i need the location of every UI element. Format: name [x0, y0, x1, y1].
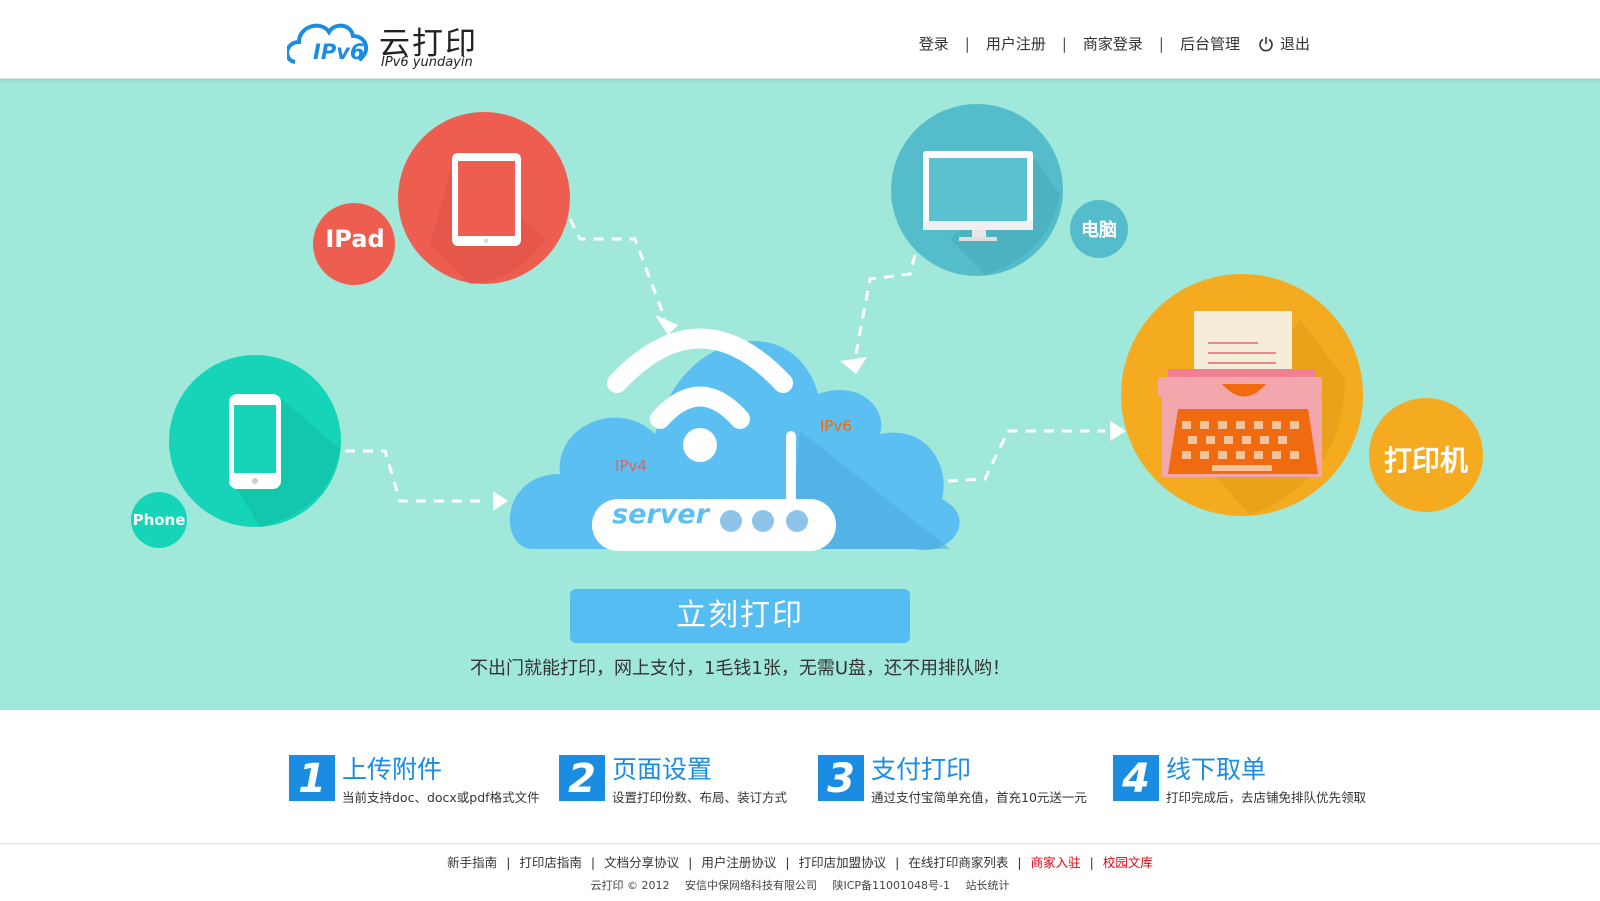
arrow-phone-to-cloud	[345, 449, 485, 503]
computer-label: 电脑	[1081, 220, 1117, 241]
top-nav: 登录 | 用户注册 | 商家登录 | 后台管理 退出	[919, 33, 1310, 54]
logout-button[interactable]: 退出	[1258, 33, 1310, 54]
step-number: 4	[1113, 755, 1159, 802]
step-number: 2	[559, 755, 605, 802]
step-title: 页面设置	[612, 755, 713, 784]
svg-text:IPv6: IPv6	[313, 40, 365, 64]
footer-separator: |	[1017, 855, 1022, 870]
nav-separator: |	[964, 34, 970, 53]
nav-login[interactable]: 登录	[919, 33, 949, 54]
step-number: 3	[818, 755, 864, 802]
footer-link-doc-share-agreement[interactable]: 文档分享协议	[604, 855, 679, 870]
logo[interactable]: IPv6 云打印 IPv6 yundayin	[285, 12, 502, 70]
footer: 新手指南 | 打印店指南 | 文档分享协议 | 用户注册协议 | 打印店加盟协议 | 在线打印商家列…	[0, 843, 1600, 901]
nav-merchant-login[interactable]: 商家登录	[1083, 33, 1143, 54]
logout-label: 退出	[1279, 35, 1310, 53]
step-title: 支付打印	[871, 755, 972, 784]
step-title: 线下取单	[1166, 755, 1267, 784]
nav-register[interactable]: 用户注册	[986, 33, 1046, 54]
power-icon	[1259, 36, 1273, 51]
logo-subtitle: IPv6 yundayin	[381, 55, 473, 70]
arrow-computer-to-cloud	[853, 254, 917, 360]
footer-link-beginner-guide[interactable]: 新手指南	[447, 855, 497, 870]
ipv6-label: IPv6	[820, 417, 852, 435]
footer-separator: |	[895, 855, 900, 870]
site-stats-link[interactable]: 站长统计	[966, 879, 1010, 892]
step-description: 设置打印份数、布局、装订方式	[612, 790, 788, 805]
copyright-text: 云打印 © 2012	[590, 879, 670, 892]
footer-links: 新手指南 | 打印店指南 | 文档分享协议 | 用户注册协议 | 打印店加盟协议 | 在线打印商家列…	[0, 852, 1600, 871]
step-number: 1	[289, 755, 335, 802]
printer-label: 打印机	[1383, 444, 1468, 477]
footer-separator: |	[590, 855, 596, 870]
arrowhead-icon	[840, 357, 867, 374]
arrow-cloud-to-printer	[947, 429, 1105, 483]
footer-link-franchise-agreement[interactable]: 打印店加盟协议	[799, 855, 887, 870]
footer-copyright: 云打印 © 2012 安信中保网络科技有限公司 陕ICP备11001048号-1…	[0, 877, 1600, 893]
step-title: 上传附件	[342, 755, 443, 784]
steps-section: 1 上传附件 当前支持doc、docx或pdf格式文件 2 页面设置 设置打印份…	[0, 710, 1600, 843]
server-label: server	[612, 499, 709, 530]
ipad-label: IPad	[325, 225, 385, 253]
company-name: 安信中保网络科技有限公司	[684, 879, 817, 892]
icp-number[interactable]: 陕ICP备11001048号-1	[832, 879, 950, 892]
footer-separator: |	[1089, 855, 1094, 870]
cloud-logo-icon: IPv6	[285, 23, 369, 64]
header: IPv6 云打印 IPv6 yundayin 登录 | 用户注册 | 商家登录 …	[0, 0, 1600, 79]
footer-separator: |	[785, 855, 790, 870]
footer-link-user-agreement[interactable]: 用户注册协议	[701, 855, 776, 870]
print-now-button[interactable]: 立刻打印	[570, 589, 910, 643]
nav-admin[interactable]: 后台管理	[1180, 33, 1240, 54]
footer-link-merchant-list[interactable]: 在线打印商家列表	[908, 855, 1008, 870]
nav-separator: |	[1158, 34, 1164, 53]
footer-link-campus-library[interactable]: 校园文库	[1103, 855, 1153, 870]
arrowhead-icon	[493, 491, 508, 511]
hero-banner: IPad 电脑 Phone 打印机 server IPv4 IPv6 立刻打印 …	[0, 79, 1600, 710]
arrow-ipad-to-cloud	[568, 218, 667, 320]
footer-link-shop-guide[interactable]: 打印店指南	[519, 855, 582, 870]
step-description: 当前支持doc、docx或pdf格式文件	[342, 790, 540, 805]
footer-separator: |	[506, 855, 511, 870]
arrowhead-icon	[1110, 421, 1126, 441]
footer-link-merchant-join[interactable]: 商家入驻	[1031, 855, 1081, 870]
phone-label: Phone	[132, 511, 186, 529]
arrowhead-icon	[655, 315, 678, 335]
step-description: 通过支付宝简单充值，首充10元送一元	[871, 790, 1087, 805]
hero-tagline: 不出门就能打印，网上支付，1毛钱1张，无需U盘，还不用排队哟！	[469, 658, 1011, 679]
nav-separator: |	[1061, 34, 1067, 53]
step-description: 打印完成后，去店铺免排队优先领取	[1166, 790, 1367, 805]
cloud-server-icon	[509, 328, 960, 551]
footer-separator: |	[688, 855, 693, 870]
ipv4-label: IPv4	[615, 457, 647, 475]
